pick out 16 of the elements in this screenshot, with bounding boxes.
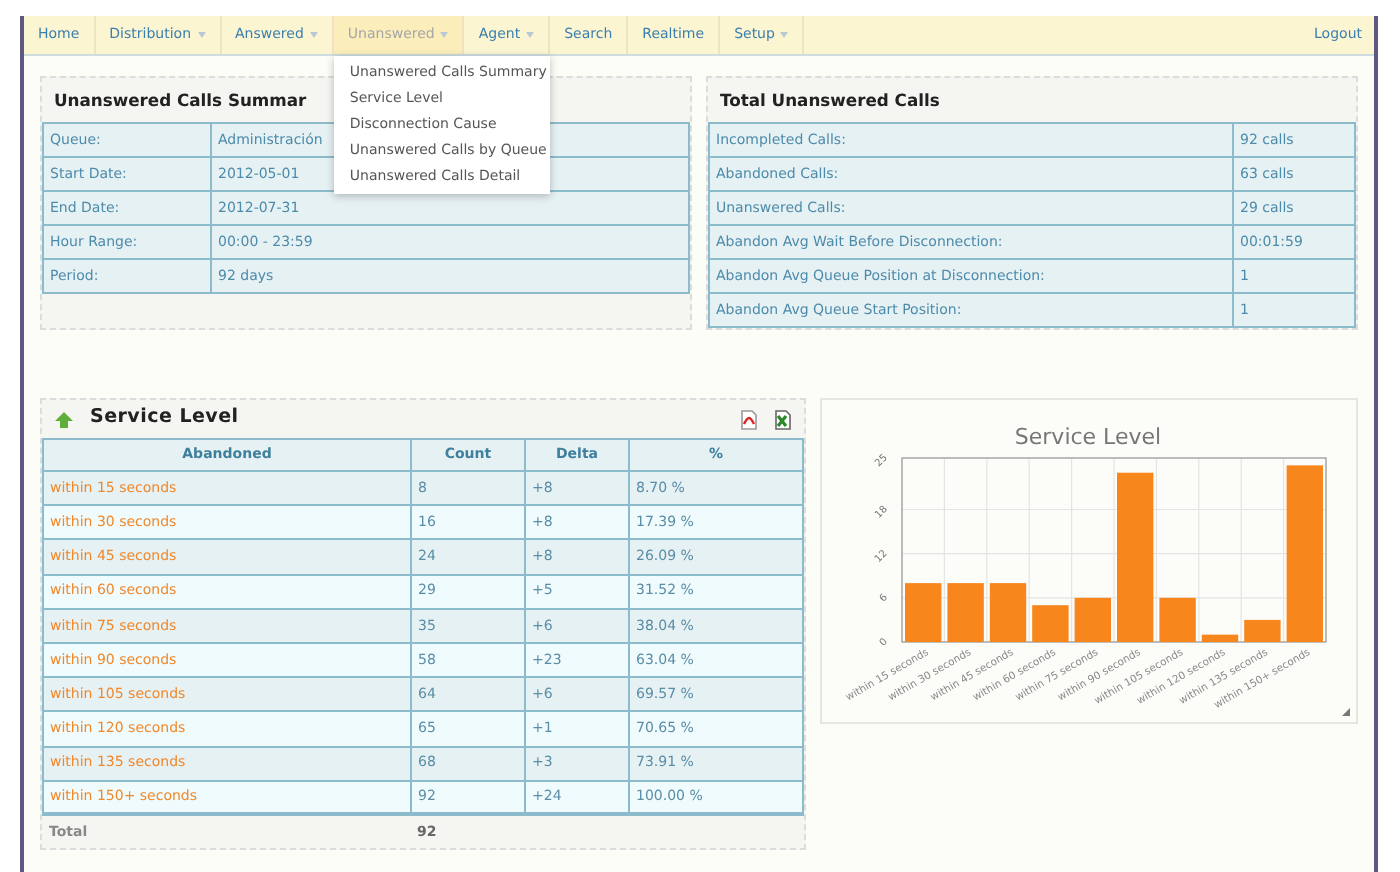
panel-title: Unanswered Calls Summar	[54, 87, 307, 113]
chart-bar	[947, 583, 984, 642]
spreadsheet-icon[interactable]	[774, 409, 792, 429]
chart-bar	[1159, 597, 1196, 642]
resize-grip-icon[interactable]	[1342, 708, 1350, 716]
pdf-icon[interactable]	[740, 409, 758, 429]
panel-title: Service Level	[90, 404, 239, 433]
chart-bar	[989, 583, 1027, 642]
chart-bar	[1074, 597, 1111, 642]
chart-bar	[1244, 619, 1281, 642]
chart-bar	[1032, 605, 1069, 642]
chart-title: Service Level	[1014, 424, 1162, 450]
chart-bar	[905, 583, 942, 642]
panel-title: Total Unanswered Calls	[720, 87, 940, 113]
chart-bar	[1201, 634, 1239, 642]
up-arrow-icon	[54, 409, 74, 429]
